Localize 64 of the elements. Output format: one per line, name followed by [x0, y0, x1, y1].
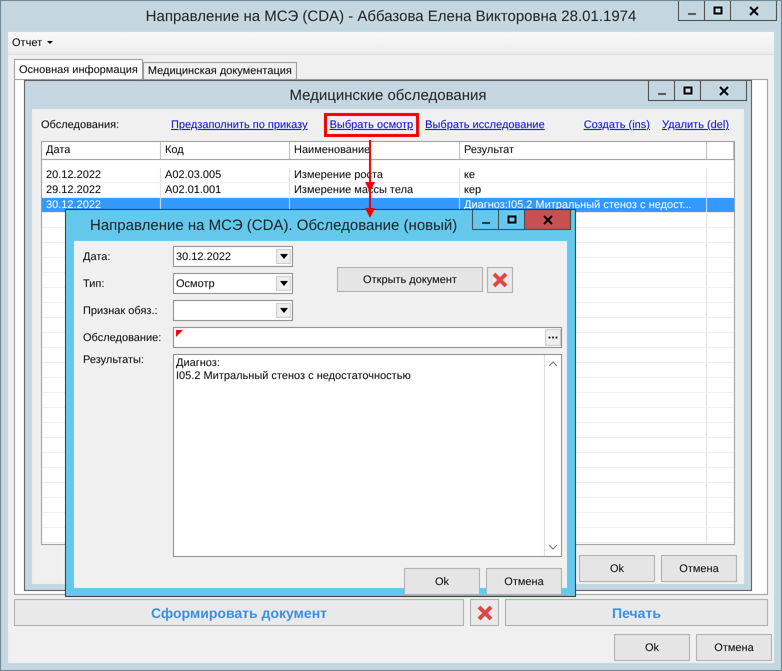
cancel-button[interactable]: Отмена: [486, 568, 562, 595]
ellipsis-icon: [548, 336, 558, 339]
open-document-button[interactable]: Открыть документ: [337, 267, 483, 292]
ok-button[interactable]: Ok: [579, 555, 655, 582]
ok-button[interactable]: Ok: [614, 634, 690, 661]
tab[interactable]: Основная информация: [14, 59, 143, 79]
link[interactable]: Выбрать исследование: [419, 113, 551, 137]
link[interactable]: Выбрать осмотр: [324, 113, 420, 137]
cancel-button[interactable]: Отмена: [696, 634, 772, 661]
browse-button[interactable]: [545, 329, 561, 346]
field-label: Обследование:: [83, 332, 162, 344]
minimize-button[interactable]: [472, 210, 499, 230]
dropdown-field[interactable]: 30.12.2022: [173, 246, 293, 267]
table-cell: A02.01.001: [165, 184, 222, 196]
column-header[interactable]: Дата: [42, 142, 161, 159]
column-header[interactable]: Код: [161, 142, 290, 159]
close-icon: [542, 214, 552, 224]
close-icon: [748, 6, 758, 16]
table-cell: 30.12.2022: [46, 199, 102, 211]
table-cell: 20.12.2022: [46, 169, 102, 181]
window-title: Направление на МСЭ (CDA) - Аббазова Елена Викторовна 28.01.1974: [146, 8, 636, 25]
exam-field[interactable]: [173, 327, 562, 348]
results-text-area[interactable]: Диагноз: I05.2 Митральный стеноз с недостаточностью: [173, 354, 562, 557]
maximize-icon: [712, 6, 722, 16]
section-label: Обследования:: [41, 119, 120, 131]
close-button[interactable]: [730, 1, 777, 21]
maximize-icon: [506, 214, 516, 224]
delete-button[interactable]: [487, 267, 513, 293]
table-cell: кер: [464, 184, 482, 196]
field-label: Тип:: [83, 278, 106, 290]
table-cell: Диагноз:I05.2 Митральный стеноз с недост...: [464, 199, 692, 211]
caret-icon: [46, 40, 54, 46]
tab[interactable]: Медицинская документация: [142, 62, 297, 79]
close-icon: [718, 86, 728, 96]
column-header[interactable]: Результат: [460, 142, 707, 159]
table-cell: A02.03.005: [165, 169, 222, 181]
minimize-button[interactable]: [678, 1, 705, 21]
minimize-button[interactable]: [648, 81, 675, 101]
maximize-icon: [682, 86, 692, 96]
field-label: Признак обяз.:: [83, 304, 159, 316]
window-title: Медицинские обследования: [289, 86, 487, 104]
delete-button[interactable]: [470, 599, 499, 626]
link[interactable]: Удалить (del): [656, 113, 735, 137]
ok-button[interactable]: Ok: [404, 568, 480, 595]
dropdown-field[interactable]: [173, 300, 293, 321]
table-cell: 29.12.2022: [46, 184, 102, 196]
minimize-icon: [688, 12, 696, 14]
menu-item[interactable]: Отчет: [8, 37, 58, 49]
delete-icon: [476, 604, 492, 620]
link[interactable]: Создать (ins): [578, 113, 656, 137]
field-label: Результаты:: [83, 354, 145, 366]
delete-icon: [492, 272, 508, 288]
close-button[interactable]: [700, 81, 747, 101]
dropdown-field[interactable]: Осмотр: [173, 273, 293, 294]
field-label: Дата:: [83, 250, 112, 262]
link[interactable]: Предзаполнить по приказу: [165, 113, 314, 137]
scroll-down-icon[interactable]: [548, 544, 558, 550]
table-cell: ке: [464, 169, 476, 181]
window-title: Направление на МСЭ (CDA). Обследование (новый): [90, 217, 458, 234]
cancel-button[interactable]: Отмена: [661, 555, 737, 582]
column-header[interactable]: Наименование: [290, 142, 460, 159]
minimize-icon: [658, 92, 666, 94]
minimize-icon: [482, 222, 490, 224]
scroll-up-icon[interactable]: [548, 361, 558, 367]
